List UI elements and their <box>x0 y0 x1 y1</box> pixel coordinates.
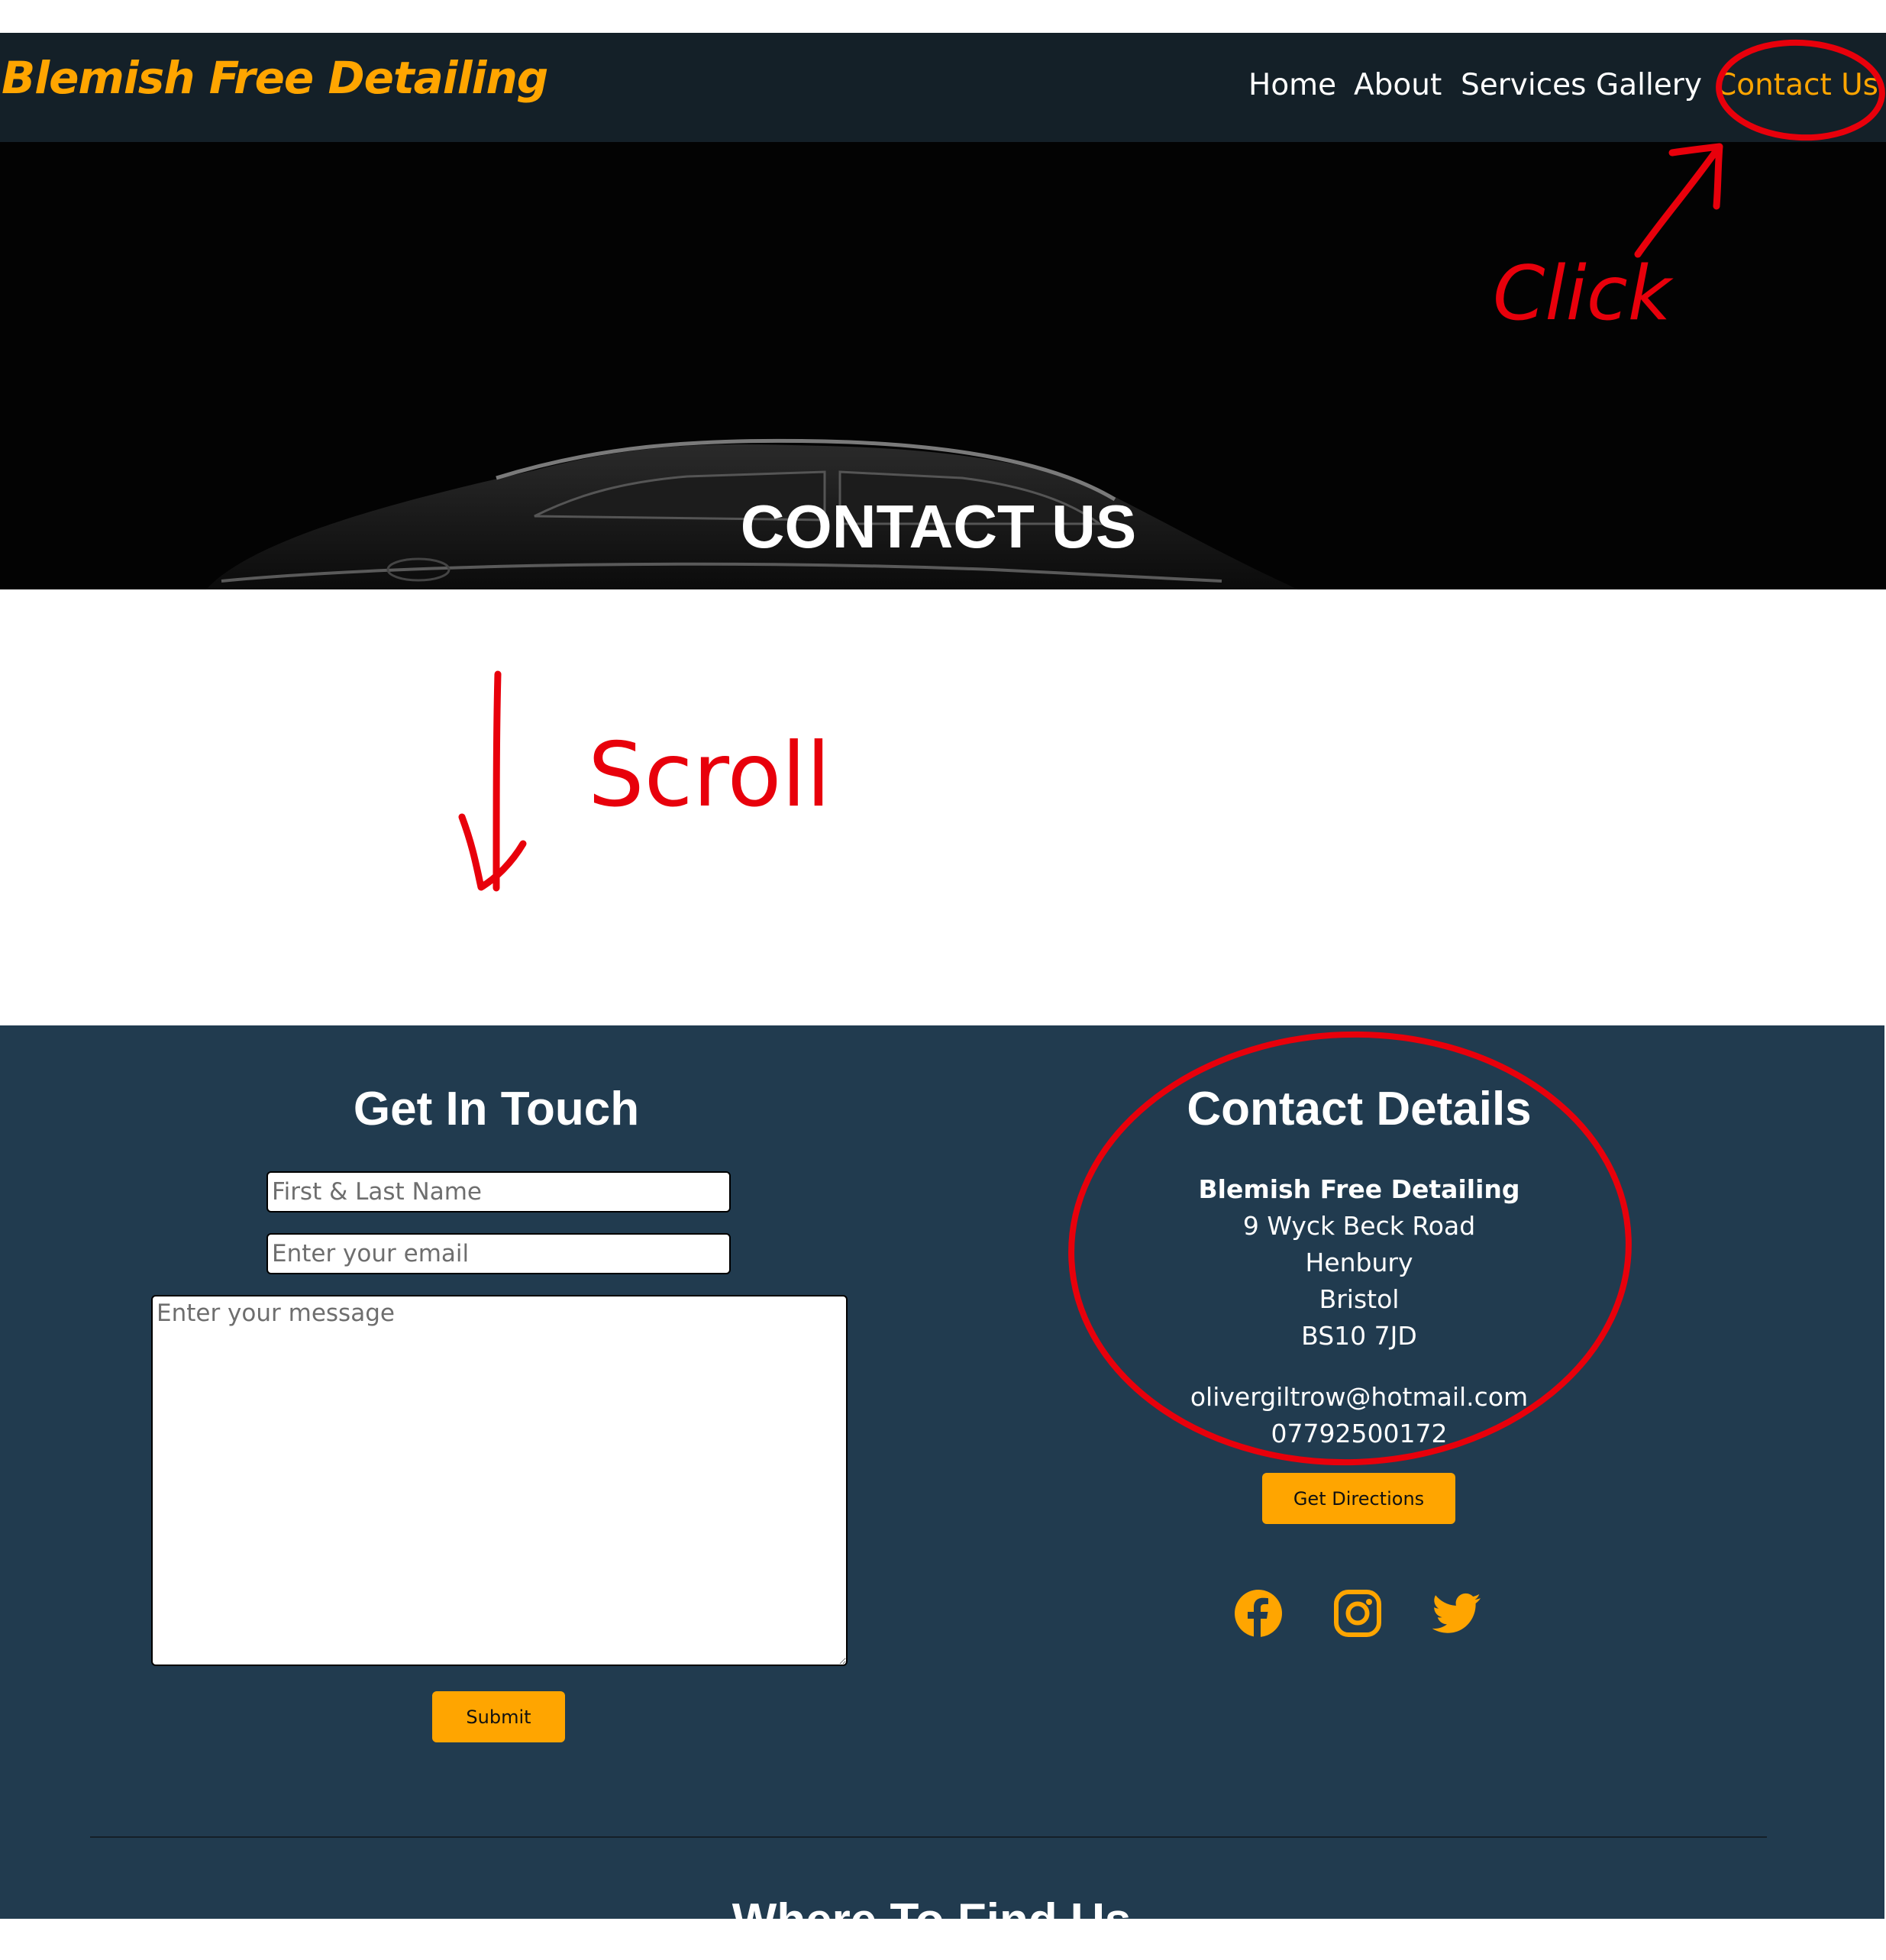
get-directions-button[interactable]: Get Directions <box>1262 1473 1455 1524</box>
contact-details-heading: Contact Details <box>1187 1083 1532 1135</box>
address-line: Bristol <box>1319 1284 1400 1314</box>
submit-button[interactable]: Submit <box>432 1691 565 1742</box>
brand-logo[interactable]: Blemish Free Detailing <box>2 52 548 104</box>
annotation-arrow-down <box>458 670 527 892</box>
annotation-scroll-text: Scroll <box>588 724 831 827</box>
where-to-find-us-heading: Where To Find Us <box>0 1891 1863 1919</box>
address-line: Henbury <box>1305 1248 1413 1277</box>
name-input[interactable] <box>266 1171 731 1212</box>
email-input[interactable] <box>266 1233 731 1274</box>
section-divider <box>90 1836 1767 1838</box>
business-name: Blemish Free Detailing <box>1198 1174 1520 1204</box>
contact-email: olivergiltrow@hotmail.com <box>1190 1382 1529 1412</box>
nav-home[interactable]: Home <box>1248 67 1336 104</box>
where-to-find-us-section: Where To Find Us <box>0 1883 1886 1919</box>
nav-services[interactable]: Services <box>1461 67 1586 104</box>
postcode: BS10 7JD <box>1301 1321 1417 1351</box>
address-line: 9 Wyck Beck Road <box>1242 1211 1476 1241</box>
contact-phone: 07792500172 <box>1271 1419 1448 1448</box>
nav-contact-us[interactable]: Contact Us <box>1716 67 1878 104</box>
nav-gallery[interactable]: Gallery <box>1596 67 1702 104</box>
facebook-icon[interactable] <box>1233 1588 1284 1639</box>
get-in-touch-heading: Get In Touch <box>353 1083 640 1135</box>
twitter-icon[interactable] <box>1432 1588 1482 1639</box>
nav-about[interactable]: About <box>1354 67 1442 104</box>
hero-title: CONTACT US <box>740 492 1137 560</box>
message-textarea[interactable] <box>151 1295 848 1666</box>
instagram-icon[interactable] <box>1332 1588 1383 1639</box>
